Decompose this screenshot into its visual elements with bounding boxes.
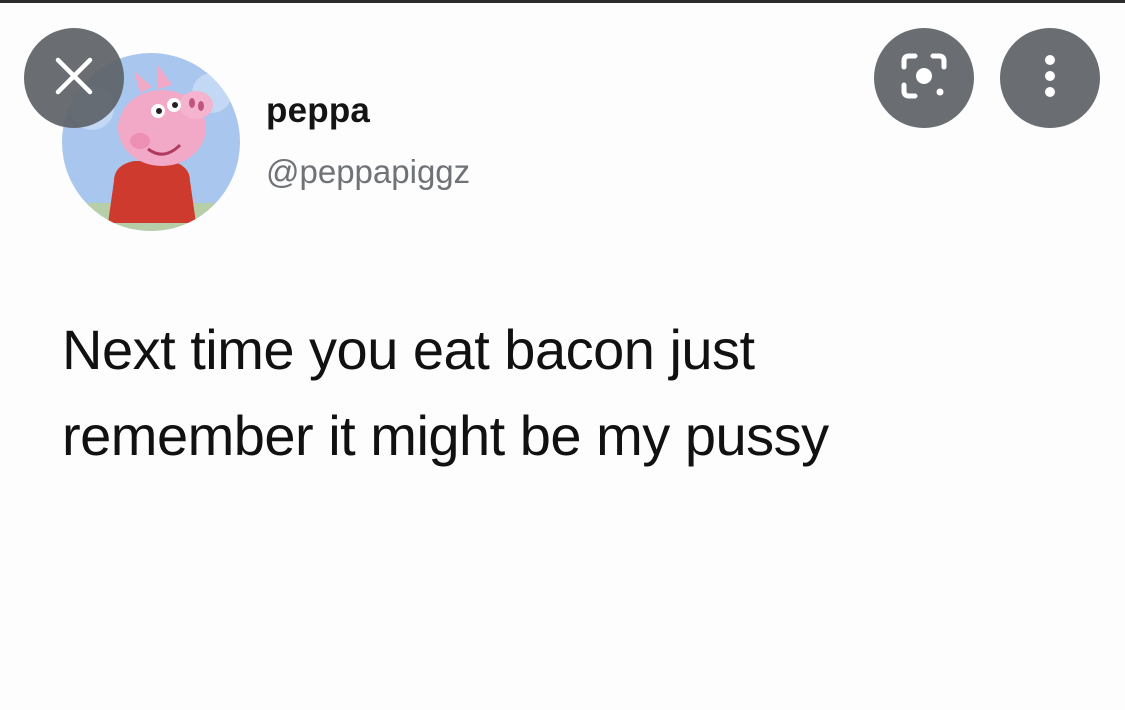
lens-icon: [900, 52, 948, 105]
display-name: peppa: [266, 91, 371, 130]
more-vert-icon: [1042, 52, 1058, 105]
tweet-text-line: Next time you eat bacon just: [62, 318, 755, 381]
close-icon: [53, 55, 95, 102]
tweet-text: Next time you eat bacon just remember it…: [62, 307, 1042, 479]
close-button[interactable]: [24, 28, 124, 128]
more-options-button[interactable]: [1000, 28, 1100, 128]
lens-search-button[interactable]: [874, 28, 974, 128]
user-handle: @peppapiggz: [266, 153, 471, 190]
tweet-text-line: remember it might be my pussy: [62, 404, 829, 467]
